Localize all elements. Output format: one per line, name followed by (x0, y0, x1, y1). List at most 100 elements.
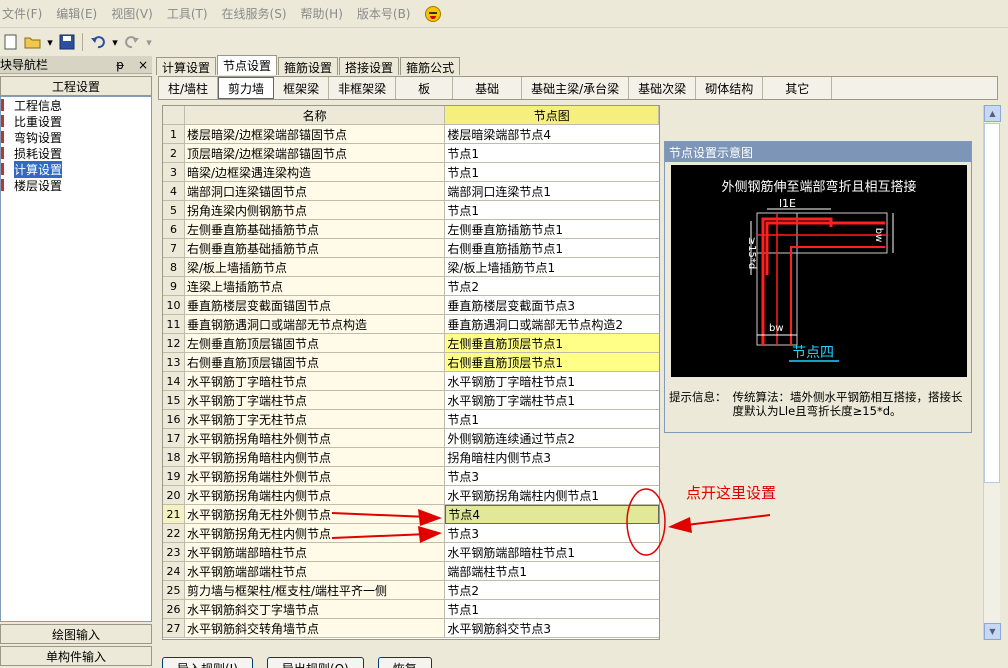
row-node-diagram-cell[interactable]: 端部洞口连梁节点1 (445, 182, 659, 201)
new-file-icon[interactable] (2, 33, 20, 51)
nav-item-calculation[interactable]: 计算设置 (1, 160, 151, 178)
scroll-down-icon[interactable]: ▼ (984, 623, 1001, 640)
table-row[interactable]: 22 水平钢筋拐角无柱内侧节点 节点3 (163, 524, 659, 543)
redo-icon[interactable] (123, 33, 141, 51)
nav-drawing-input[interactable]: 绘图输入 (0, 624, 152, 644)
dropdown-arrow-icon[interactable]: ▾ (46, 33, 54, 51)
row-node-diagram-cell[interactable]: 节点3 (445, 467, 659, 486)
scroll-up-icon[interactable]: ▲ (984, 105, 1001, 122)
table-row[interactable]: 24 水平钢筋端部端柱节点 端部端柱节点1 (163, 562, 659, 581)
table-row[interactable]: 19 水平钢筋拐角端柱外侧节点 节点3 (163, 467, 659, 486)
row-node-diagram-cell[interactable]: 节点1 (445, 410, 659, 429)
tab-foundation-secondary-beam[interactable]: 基础次梁 (629, 77, 697, 99)
menu-version[interactable]: 版本号(B) (357, 5, 411, 22)
menu-view[interactable]: 视图(V) (111, 5, 153, 22)
tab-stirrup-settings[interactable]: 箍筋设置 (278, 57, 339, 75)
row-node-diagram-cell[interactable]: 外侧钢筋连续通过节点2 (445, 429, 659, 448)
smiley-icon[interactable] (424, 5, 441, 22)
open-folder-icon[interactable] (24, 33, 42, 51)
table-row[interactable]: 16 水平钢筋丁字无柱节点 节点1 (163, 410, 659, 429)
table-row[interactable]: 18 水平钢筋拐角暗柱内侧节点 拐角暗柱内侧节点3 (163, 448, 659, 467)
export-rules-button[interactable]: 导出规则(O) (266, 657, 364, 668)
row-node-diagram-cell[interactable]: 节点3 (445, 524, 659, 543)
table-row[interactable]: 17 水平钢筋拐角暗柱外侧节点 外侧钢筋连续通过节点2 (163, 429, 659, 448)
row-node-diagram-cell[interactable]: 垂直筋遇洞口或端部无节点构造2 (445, 315, 659, 334)
import-rules-button[interactable]: 导入规则(I) (162, 657, 253, 668)
save-icon[interactable] (58, 33, 76, 51)
row-node-diagram-cell[interactable]: 水平钢筋丁字暗柱节点1 (445, 372, 659, 391)
scroll-thumb[interactable] (984, 123, 1000, 483)
nav-item-floor[interactable]: 楼层设置 (1, 177, 151, 193)
table-row[interactable]: 26 水平钢筋斜交丁字墙节点 节点1 (163, 600, 659, 619)
table-row[interactable]: 3 暗梁/边框梁遇连梁构造 节点1 (163, 163, 659, 182)
table-row[interactable]: 6 左侧垂直筋基础插筋节点 左侧垂直筋插筋节点1 (163, 220, 659, 239)
table-row[interactable]: 9 连梁上墙插筋节点 节点2 (163, 277, 659, 296)
nav-item-project-info[interactable]: 工程信息 (1, 97, 151, 113)
vertical-scrollbar[interactable]: ▲ ▼ (983, 105, 1001, 640)
row-node-diagram-cell[interactable]: 水平钢筋端部暗柱节点1 (445, 543, 659, 562)
row-node-diagram-cell[interactable]: 节点1 (445, 600, 659, 619)
row-node-diagram-cell[interactable]: 水平钢筋拐角端柱内侧节点1 (445, 486, 659, 505)
row-node-diagram-cell[interactable]: 水平钢筋丁字端柱节点1 (445, 391, 659, 410)
tab-slab[interactable]: 板 (396, 77, 454, 99)
table-row[interactable]: 5 拐角连梁内侧钢筋节点 节点1 (163, 201, 659, 220)
tab-non-frame-beam[interactable]: 非框架梁 (329, 77, 397, 99)
redo-dropdown-icon[interactable]: ▾ (145, 33, 153, 51)
table-row[interactable]: 20 水平钢筋拐角端柱内侧节点 水平钢筋拐角端柱内侧节点1 (163, 486, 659, 505)
table-row[interactable]: 13 右侧垂直筋顶层锚固节点 右侧垂直筋顶层节点1 (163, 353, 659, 372)
table-row[interactable]: 2 顶层暗梁/边框梁端部锚固节点 节点1 (163, 144, 659, 163)
menu-edit[interactable]: 编辑(E) (56, 5, 97, 22)
pin-icon[interactable]: ᵽ (116, 58, 124, 72)
table-row[interactable]: 10 垂直筋楼层变截面锚固节点 垂直筋楼层变截面节点3 (163, 296, 659, 315)
menu-online-service[interactable]: 在线服务(S) (222, 5, 287, 22)
tab-stirrup-formula[interactable]: 箍筋公式 (400, 57, 461, 75)
table-row[interactable]: 12 左侧垂直筋顶层锚固节点 左侧垂直筋顶层节点1 (163, 334, 659, 353)
table-row[interactable]: 25 剪力墙与框架柱/框支柱/端柱平齐一侧 节点2 (163, 581, 659, 600)
row-node-diagram-cell[interactable]: 端部端柱节点1 (445, 562, 659, 581)
row-node-diagram-cell[interactable]: 水平钢筋斜交节点3 (445, 619, 659, 638)
table-row[interactable]: 4 端部洞口连梁锚固节点 端部洞口连梁节点1 (163, 182, 659, 201)
nav-section-project-settings[interactable]: 工程设置 (0, 76, 152, 96)
nav-item-density[interactable]: 比重设置 (1, 113, 151, 129)
table-row[interactable]: 1 楼层暗梁/边框梁端部锚固节点 楼层暗梁端部节点4 (163, 125, 659, 144)
tab-frame-beam[interactable]: 框架梁 (274, 77, 330, 99)
table-row[interactable]: 14 水平钢筋丁字暗柱节点 水平钢筋丁字暗柱节点1 (163, 372, 659, 391)
row-node-diagram-cell[interactable]: 节点4 (445, 505, 659, 524)
menu-file[interactable]: 文件(F) (2, 5, 42, 22)
row-node-diagram-cell[interactable]: 拐角暗柱内侧节点3 (445, 448, 659, 467)
undo-icon[interactable] (89, 33, 107, 51)
tab-column[interactable]: 柱/墙柱 (159, 77, 219, 99)
row-node-diagram-cell[interactable]: 右侧垂直筋顶层节点1 (445, 353, 659, 372)
table-row[interactable]: 15 水平钢筋丁字端柱节点 水平钢筋丁字端柱节点1 (163, 391, 659, 410)
row-node-diagram-cell[interactable]: 节点2 (445, 277, 659, 296)
row-node-diagram-cell[interactable]: 节点1 (445, 201, 659, 220)
table-row[interactable]: 23 水平钢筋端部暗柱节点 水平钢筋端部暗柱节点1 (163, 543, 659, 562)
menu-tools[interactable]: 工具(T) (167, 5, 208, 22)
tab-lap-settings[interactable]: 搭接设置 (339, 57, 400, 75)
tab-masonry[interactable]: 砌体结构 (696, 77, 764, 99)
table-row[interactable]: 7 右侧垂直筋基础插筋节点 右侧垂直筋插筋节点1 (163, 239, 659, 258)
tab-foundation-main-beam[interactable]: 基础主梁/承台梁 (522, 77, 630, 99)
row-node-diagram-cell[interactable]: 节点1 (445, 144, 659, 163)
row-node-diagram-cell[interactable]: 节点2 (445, 581, 659, 600)
nav-single-component-input[interactable]: 单构件输入 (0, 646, 152, 666)
table-row[interactable]: 11 垂直钢筋遇洞口或端部无节点构造 垂直筋遇洞口或端部无节点构造2 (163, 315, 659, 334)
tab-node-settings[interactable]: 节点设置 (217, 55, 278, 75)
table-row[interactable]: 27 水平钢筋斜交转角墙节点 水平钢筋斜交节点3 (163, 619, 659, 638)
nav-item-loss[interactable]: 损耗设置 (1, 145, 151, 161)
close-icon[interactable]: × (138, 58, 148, 72)
nav-item-hook[interactable]: 弯钩设置 (1, 129, 151, 145)
row-node-diagram-cell[interactable]: 左侧垂直筋插筋节点1 (445, 220, 659, 239)
row-node-diagram-cell[interactable]: 左侧垂直筋顶层节点1 (445, 334, 659, 353)
row-node-diagram-cell[interactable]: 梁/板上墙插筋节点1 (445, 258, 659, 277)
undo-dropdown-icon[interactable]: ▾ (111, 33, 119, 51)
row-node-diagram-cell[interactable]: 右侧垂直筋插筋节点1 (445, 239, 659, 258)
restore-button[interactable]: 恢复 (377, 657, 432, 668)
tab-other[interactable]: 其它 (763, 77, 833, 99)
tab-shear-wall[interactable]: 剪力墙 (218, 77, 275, 99)
row-node-diagram-cell[interactable]: 垂直筋楼层变截面节点3 (445, 296, 659, 315)
row-node-diagram-cell[interactable]: 楼层暗梁端部节点4 (445, 125, 659, 144)
tab-calculation-settings[interactable]: 计算设置 (156, 57, 217, 75)
tab-foundation[interactable]: 基础 (453, 77, 523, 99)
table-row[interactable]: 21 水平钢筋拐角无柱外侧节点 节点4 (163, 505, 659, 524)
